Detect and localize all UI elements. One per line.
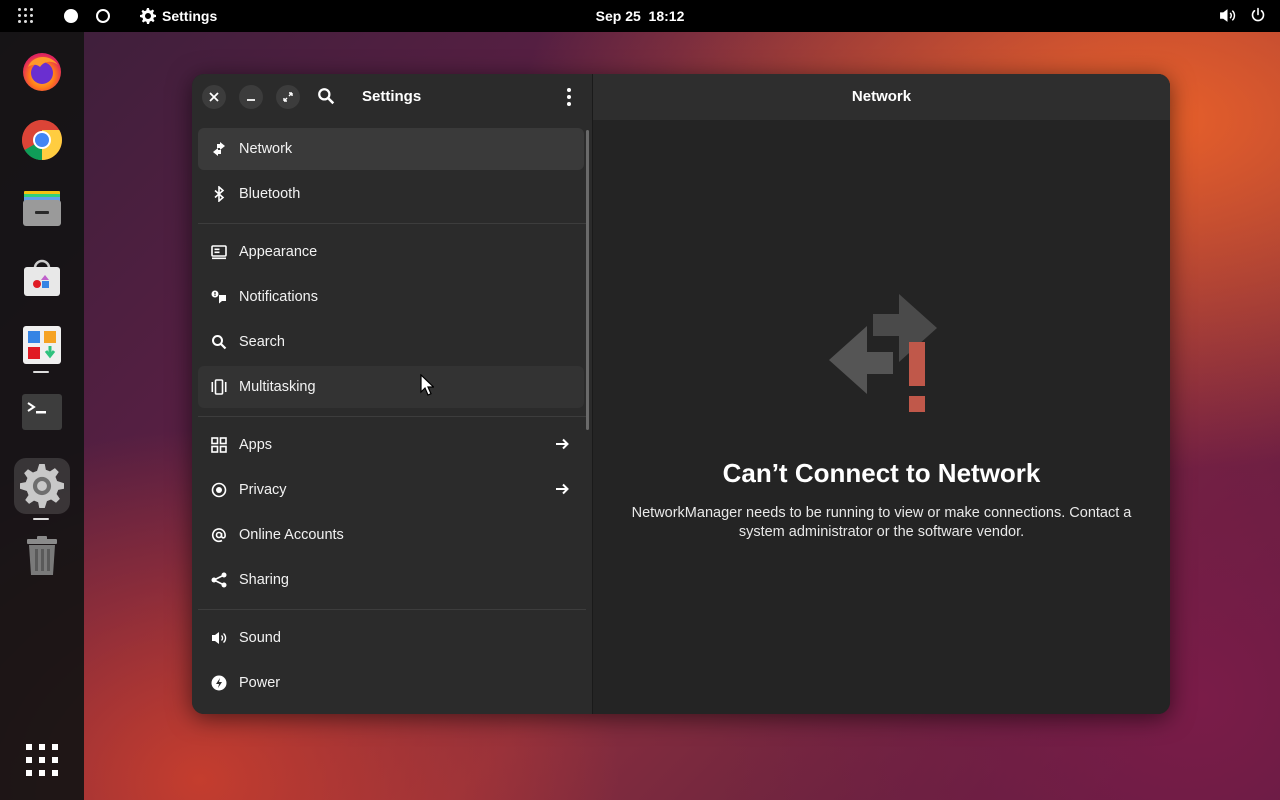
- nav-item-label: Search: [239, 334, 285, 350]
- nav-item-bluetooth[interactable]: Bluetooth: [198, 173, 584, 215]
- network-icon: [213, 142, 225, 156]
- top-bar: Settings Sep 25 18:12: [0, 0, 1280, 32]
- nav-item-label: Online Accounts: [239, 527, 344, 543]
- show-apps-icon: [26, 744, 58, 776]
- content-title: Network: [851, 88, 912, 105]
- apps-icon: [211, 437, 227, 453]
- nav-item-sound[interactable]: Sound: [198, 617, 584, 659]
- error-description: NetworkManager needs to be running to vi…: [631, 505, 1132, 540]
- nav-item-label: Network: [239, 141, 293, 157]
- bluetooth-icon: [214, 186, 225, 202]
- nav-item-sharing[interactable]: Sharing: [198, 559, 584, 601]
- sidebar-search-button[interactable]: [317, 87, 335, 110]
- focused-app-menu[interactable]: Settings: [140, 0, 217, 32]
- nav-item-online-accounts[interactable]: Online Accounts: [198, 514, 584, 556]
- dock-terminal[interactable]: [14, 384, 70, 440]
- nav-item-label: Power: [239, 675, 281, 691]
- dock-show-apps[interactable]: [14, 732, 70, 788]
- clock-date: Sep 25: [595, 8, 641, 24]
- updater-icon: [23, 326, 61, 364]
- search-icon: [318, 88, 335, 105]
- dock-settings[interactable]: [14, 458, 70, 514]
- settings-gear-icon: [20, 464, 64, 508]
- minimize-button[interactable]: [239, 85, 263, 109]
- dock-app-center[interactable]: [14, 249, 70, 305]
- settings-window: Settings Network Bluetooth Appearance No…: [192, 74, 1170, 714]
- nav-separator: [198, 609, 586, 610]
- dock-trash[interactable]: [14, 528, 70, 584]
- nav-item-search[interactable]: Search: [198, 321, 584, 363]
- sidebar-title: Settings: [362, 88, 422, 105]
- minimize-icon: [247, 99, 255, 101]
- nav-item-label: Privacy: [239, 482, 287, 498]
- content-header: Network: [593, 74, 1170, 120]
- network-error-icon: [829, 294, 937, 412]
- nav-item-label: Multitasking: [239, 379, 316, 395]
- workspace-indicator[interactable]: [96, 9, 110, 23]
- nav-item-label: Sound: [239, 630, 281, 646]
- sound-icon: [212, 632, 227, 644]
- at-icon: [211, 528, 226, 543]
- shopping-bag-icon: [24, 259, 60, 296]
- focused-app-name: Settings: [162, 8, 218, 24]
- dock-firefox[interactable]: [14, 43, 70, 99]
- arrow-right-icon: [556, 438, 569, 450]
- folder-icon: [23, 191, 61, 226]
- main-menu-button[interactable]: [562, 87, 576, 112]
- sidebar-header: Settings: [192, 74, 592, 120]
- share-icon: [211, 572, 227, 588]
- dock: [0, 32, 84, 800]
- arrow-right-icon: [556, 483, 569, 495]
- nav-item-label: Appearance: [239, 244, 318, 260]
- activities-grid-icon[interactable]: [18, 8, 34, 24]
- dock-software-updater[interactable]: [14, 317, 70, 373]
- close-icon: [209, 92, 219, 102]
- nav-item-privacy[interactable]: Privacy: [198, 469, 584, 511]
- nav-item-label: Notifications: [239, 289, 318, 305]
- dock-chrome[interactable]: [14, 112, 70, 168]
- privacy-icon: [211, 482, 227, 498]
- clock-time: 18:12: [648, 8, 685, 24]
- search-icon: [212, 335, 227, 350]
- terminal-icon: [22, 394, 62, 430]
- nav-item-label: Sharing: [239, 572, 289, 588]
- nav-item-label: Bluetooth: [239, 186, 301, 202]
- power-icon[interactable]: [1250, 7, 1266, 23]
- gear-icon: [140, 8, 156, 24]
- nav-item-network[interactable]: Network: [198, 128, 584, 170]
- sidebar-scrollbar[interactable]: [586, 130, 589, 430]
- nav-item-notifications[interactable]: Notifications: [198, 276, 584, 318]
- nav-item-multitasking[interactable]: Multitasking: [198, 366, 584, 408]
- mouse-cursor-icon: [420, 374, 434, 396]
- kebab-menu-icon: [567, 88, 571, 106]
- trash-icon: [27, 536, 57, 575]
- multitasking-icon: [211, 379, 227, 395]
- running-indicator: [33, 371, 49, 373]
- chrome-icon: [22, 120, 62, 160]
- error-title: Can’t Connect to Network: [722, 458, 1041, 488]
- workspace-indicator-active[interactable]: [64, 9, 78, 23]
- firefox-icon: [23, 53, 61, 91]
- restore-icon: [283, 92, 293, 102]
- close-button[interactable]: [202, 85, 226, 109]
- dock-files[interactable]: [14, 180, 70, 236]
- nav-item-apps[interactable]: Apps: [198, 424, 584, 466]
- nav-separator: [198, 223, 586, 224]
- power-icon: [211, 675, 227, 691]
- appearance-icon: [211, 245, 227, 260]
- nav-item-power[interactable]: Power: [198, 662, 584, 704]
- settings-sidebar: Settings Network Bluetooth Appearance No…: [192, 74, 593, 714]
- nav-separator: [198, 416, 586, 417]
- notifications-icon: [211, 290, 226, 304]
- volume-icon[interactable]: [1219, 7, 1236, 24]
- network-panel: Network Can’t Connect to Network Network…: [593, 74, 1170, 714]
- clock[interactable]: Sep 25 18:12: [596, 8, 685, 24]
- nav-item-appearance[interactable]: Appearance: [198, 231, 584, 273]
- running-indicator-active: [33, 518, 49, 520]
- restore-button[interactable]: [276, 85, 300, 109]
- nav-item-label: Apps: [239, 437, 273, 453]
